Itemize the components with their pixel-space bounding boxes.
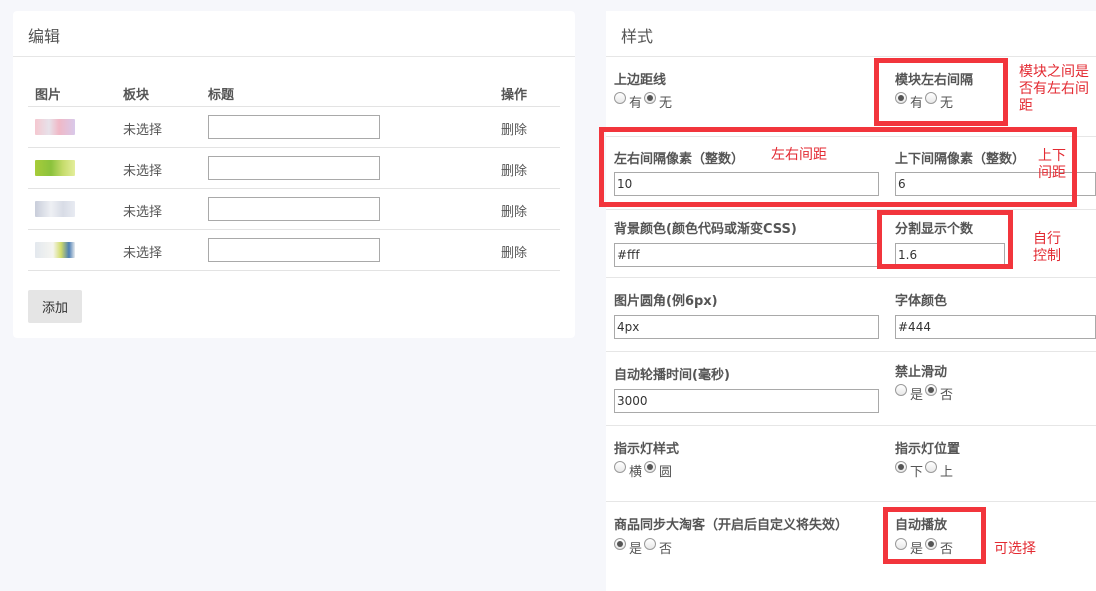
indicator-pos-label: 指示灯位置 (895, 442, 961, 457)
indicator-style-label: 指示灯样式 (614, 442, 680, 457)
edit-panel-title: 编辑 (13, 11, 575, 57)
col-action: 操作 (501, 88, 528, 103)
delete-link[interactable]: 删除 (501, 201, 527, 220)
banner-thumb-image[interactable] (35, 160, 75, 176)
top-border-radios: 有无 (614, 92, 674, 111)
banner-table: 图片 板块 标题 操作 未选择 删除 未选择 删除 未选择 删除 未选择 删除 (28, 78, 560, 271)
disable-scroll-label: 禁止滑动 (895, 365, 948, 380)
annotation-module-spacing: 模块之间是否有左右间距 (1019, 64, 1089, 114)
sync-taoke-radio-yes[interactable] (614, 538, 626, 550)
autoplay-time-label: 自动轮播时间(毫秒) (614, 368, 730, 383)
banner-thumb-image[interactable] (35, 201, 75, 217)
row-divider (606, 501, 1096, 502)
bg-color-label: 背景颜色(颜色代码或渐变CSS) (614, 222, 797, 237)
sync-taoke-radios: 是否 (614, 538, 674, 557)
annotation-box-module-spacing (874, 58, 1008, 126)
row-divider (606, 425, 1096, 426)
block-value[interactable]: 未选择 (123, 119, 162, 138)
indicator-style-radio-bar[interactable] (614, 461, 626, 473)
top-border-radio-no[interactable] (644, 92, 657, 104)
title-input[interactable] (208, 238, 380, 262)
block-value[interactable]: 未选择 (123, 160, 162, 179)
indicator-pos-radio-top[interactable] (925, 461, 938, 473)
title-input[interactable] (208, 197, 380, 221)
banner-thumb-image[interactable] (35, 242, 75, 258)
delete-link[interactable]: 删除 (501, 242, 527, 261)
add-button[interactable]: 添加 (28, 290, 82, 323)
edit-panel: 编辑 图片 板块 标题 操作 未选择 删除 未选择 删除 未选择 删除 未选择 … (13, 11, 575, 338)
sync-taoke-radio-no[interactable] (644, 538, 657, 550)
table-row: 未选择 删除 (28, 148, 560, 189)
row-divider (606, 351, 1096, 352)
block-value[interactable]: 未选择 (123, 201, 162, 220)
annotation-autoplay: 可选择 (994, 541, 1036, 557)
table-row: 未选择 删除 (28, 107, 560, 148)
top-border-label: 上边距线 (614, 73, 667, 88)
table-row: 未选择 删除 (28, 230, 560, 271)
disable-scroll-radios: 是否 (895, 384, 955, 403)
annotation-split: 自行控制 (1033, 231, 1061, 264)
table-row: 未选择 删除 (28, 189, 560, 230)
annotation-h-gap: 左右间距 (771, 147, 827, 163)
block-value[interactable]: 未选择 (123, 242, 162, 261)
bg-color-input[interactable] (614, 243, 879, 267)
col-title: 标题 (208, 88, 235, 103)
font-color-input[interactable] (895, 315, 1096, 339)
indicator-pos-radio-bottom[interactable] (895, 461, 907, 473)
row-divider (606, 209, 1096, 210)
disable-scroll-radio-no[interactable] (925, 384, 938, 396)
indicator-style-radio-dot[interactable] (644, 461, 657, 473)
row-divider (606, 277, 1096, 278)
style-panel-title: 样式 (606, 11, 1096, 57)
annotation-v-gap: 上下间距 (1038, 148, 1066, 181)
img-radius-input[interactable] (614, 315, 879, 339)
img-radius-label: 图片圆角(例6px) (614, 294, 718, 309)
indicator-pos-radios: 下上 (895, 461, 955, 480)
delete-link[interactable]: 删除 (501, 119, 527, 138)
delete-link[interactable]: 删除 (501, 160, 527, 179)
annotation-box-autoplay (883, 507, 986, 564)
sync-taoke-label: 商品同步大淘客（开启后自定义将失效） (614, 518, 849, 533)
disable-scroll-radio-yes[interactable] (895, 384, 907, 396)
banner-thumb-image[interactable] (35, 119, 75, 135)
col-image: 图片 (35, 88, 62, 103)
top-border-radio-yes[interactable] (614, 92, 626, 104)
indicator-style-radios: 横圆 (614, 461, 674, 480)
table-header: 图片 板块 标题 操作 (28, 78, 560, 107)
title-input[interactable] (208, 156, 380, 180)
font-color-label: 字体颜色 (895, 294, 948, 309)
autoplay-time-input[interactable] (614, 389, 879, 413)
annotation-box-split (877, 210, 1013, 269)
annotation-box-gap (599, 127, 1077, 207)
title-input[interactable] (208, 115, 380, 139)
col-block: 板块 (123, 88, 150, 103)
